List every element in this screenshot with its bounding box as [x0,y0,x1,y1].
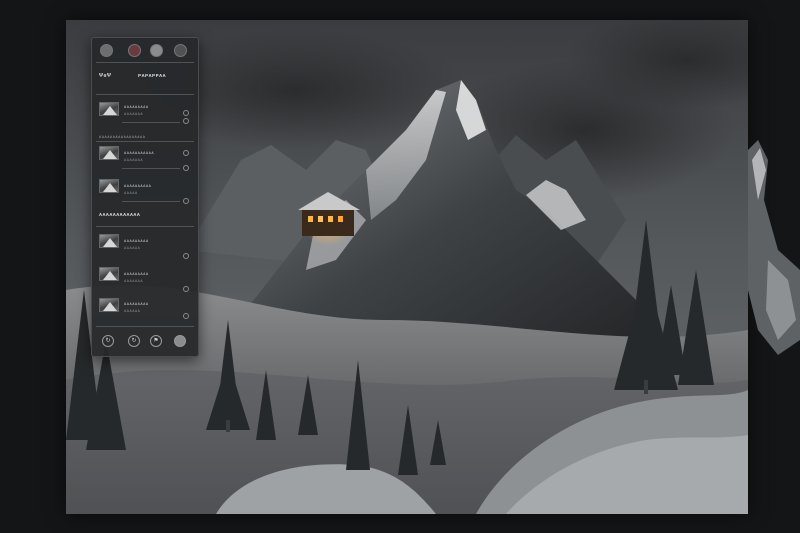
divider [96,141,194,142]
color-swatch-icon[interactable] [174,335,186,347]
layer-thumbnail[interactable] [99,234,119,248]
undo-icon[interactable]: ↻ [102,335,114,347]
refresh-icon[interactable] [183,118,189,124]
layer-slider[interactable] [122,168,180,169]
photo-icon[interactable] [128,44,141,57]
globe-icon[interactable] [150,44,163,57]
divider [96,62,194,63]
edit-icon[interactable] [183,150,189,156]
layer-sublabel: ᴀᴀᴀᴀᴀᴀ [124,308,141,313]
layer-sublabel: ᴀᴀᴀᴀᴀᴀ [124,245,141,250]
layer-sublabel: ᴀᴀᴀᴀᴀᴀᴀ [124,157,144,162]
divider [96,326,194,327]
layer-label: ᴀᴀᴀᴀᴀᴀᴀᴀᴀ [124,104,149,109]
divider [96,226,194,227]
layer-sublabel: ᴀᴀᴀᴀᴀᴀᴀ [124,278,144,283]
flag-icon[interactable]: ⚑ [150,335,162,347]
mountain-icon[interactable] [100,44,113,57]
layer-slider[interactable] [122,122,180,123]
layer-label: ᴀᴀᴀᴀᴀᴀᴀᴀᴀ [124,301,149,306]
layer-sublabel: ᴀᴀᴀᴀᴀᴀᴀ [124,111,144,116]
layer-thumbnail[interactable] [99,102,119,116]
layer-thumbnail[interactable] [99,146,119,160]
settings-icon[interactable] [183,110,189,116]
layer-slider[interactable] [122,201,180,202]
rock-fragment-image [748,140,800,355]
panel-title-right: ᴘᴀᴘᴀᴘᴘᴀᴀ [138,73,167,79]
section-a-label: ᴀᴀᴀᴀᴀᴀᴀᴀᴀᴀᴀᴀᴀᴀᴀᴀᴀ [99,134,146,139]
section-c-label: ᴀᴀᴀᴀᴀᴀᴀᴀᴀᴀᴀᴀ [99,212,141,218]
layer-sublabel: ᴀᴀᴀᴀᴀ [124,190,138,195]
layer-label: ᴀᴀᴀᴀᴀᴀᴀᴀᴀ [124,238,149,243]
share-icon[interactable] [183,253,189,259]
info-icon[interactable] [183,165,189,171]
redo-icon[interactable]: ↻ [128,335,140,347]
toggle-icon[interactable] [183,198,189,204]
divider [96,94,194,95]
star-icon[interactable] [183,286,189,292]
layer-label: ᴀᴀᴀᴀᴀᴀᴀᴀᴀᴀᴀ [124,150,155,155]
panel-title: ΨϭΨ [99,73,112,79]
layer-thumbnail[interactable] [99,179,119,193]
layer-thumbnail[interactable] [99,267,119,281]
cloud-icon[interactable] [174,44,187,57]
layer-label: ᴀᴀᴀᴀᴀᴀᴀᴀᴀᴀ [124,183,152,188]
layer-thumbnail[interactable] [99,298,119,312]
layer-label: ᴀᴀᴀᴀᴀᴀᴀᴀᴀ [124,271,149,276]
export-icon[interactable] [183,313,189,319]
tool-panel: ΨϭΨ ᴘᴀᴘᴀᴘᴘᴀᴀ ᴀᴀᴀᴀᴀᴀᴀᴀᴀ ᴀᴀᴀᴀᴀᴀᴀ ᴀᴀᴀᴀᴀᴀᴀᴀᴀ… [91,37,199,357]
